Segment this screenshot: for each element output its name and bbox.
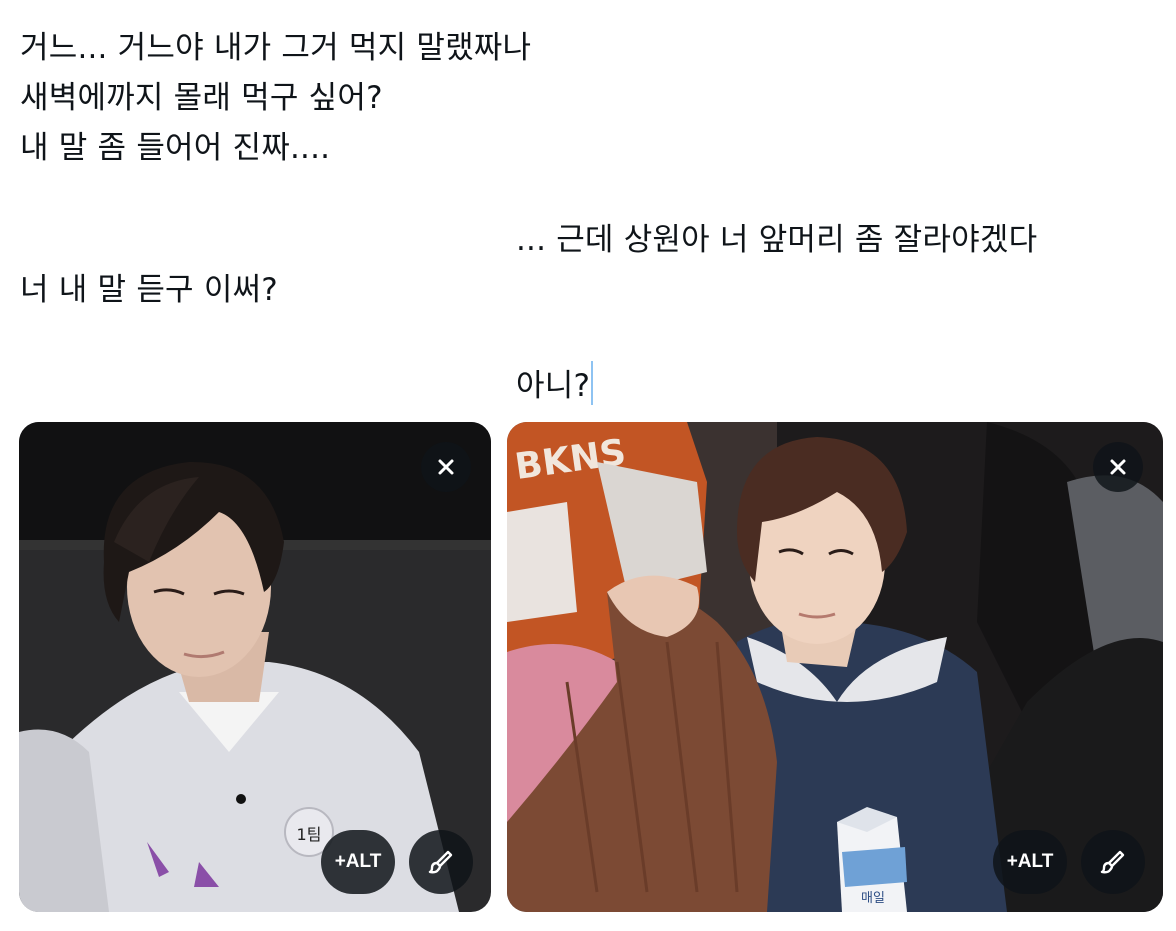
compose-text-line-2[interactable]: 새벽에까지 몰래 먹구 싶어? (20, 78, 383, 118)
media-attachment-1[interactable]: 1팀 +ALT (19, 422, 491, 912)
edit-media-button-1[interactable] (409, 830, 473, 894)
media-attachment-2[interactable]: BKNS 매일 +ALT (507, 422, 1163, 912)
attachment-photo-2: BKNS 매일 (507, 422, 1163, 912)
compose-text-line-1[interactable]: 거느... 거느야 내가 그거 먹지 말랬짜나 (20, 28, 531, 68)
edit-media-button-2[interactable] (1081, 830, 1145, 894)
compose-text-line-3[interactable]: 내 말 좀 들어어 진짜.... (20, 128, 330, 168)
compose-text-line-4[interactable]: ... 근데 상원아 너 앞머리 좀 잘라야겠다 (516, 220, 1037, 260)
close-icon (1110, 459, 1126, 475)
compose-text-line-5[interactable]: 너 내 말 듣구 이써? (20, 270, 278, 310)
brush-icon (1100, 850, 1125, 874)
remove-media-button-2[interactable] (1093, 442, 1143, 492)
add-alt-text-button-1[interactable]: +ALT (321, 830, 395, 894)
carton-text: 매일 (861, 891, 885, 906)
compose-text-line-6-text[interactable]: 아니? (516, 368, 590, 404)
close-icon (438, 459, 454, 475)
brush-icon (428, 850, 453, 874)
name-badge-text: 1팀 (297, 825, 322, 844)
add-alt-text-button-2[interactable]: +ALT (993, 830, 1067, 894)
text-caret (591, 361, 594, 405)
compose-text-line-6[interactable]: 아니? (516, 361, 594, 406)
remove-media-button-1[interactable] (421, 442, 471, 492)
